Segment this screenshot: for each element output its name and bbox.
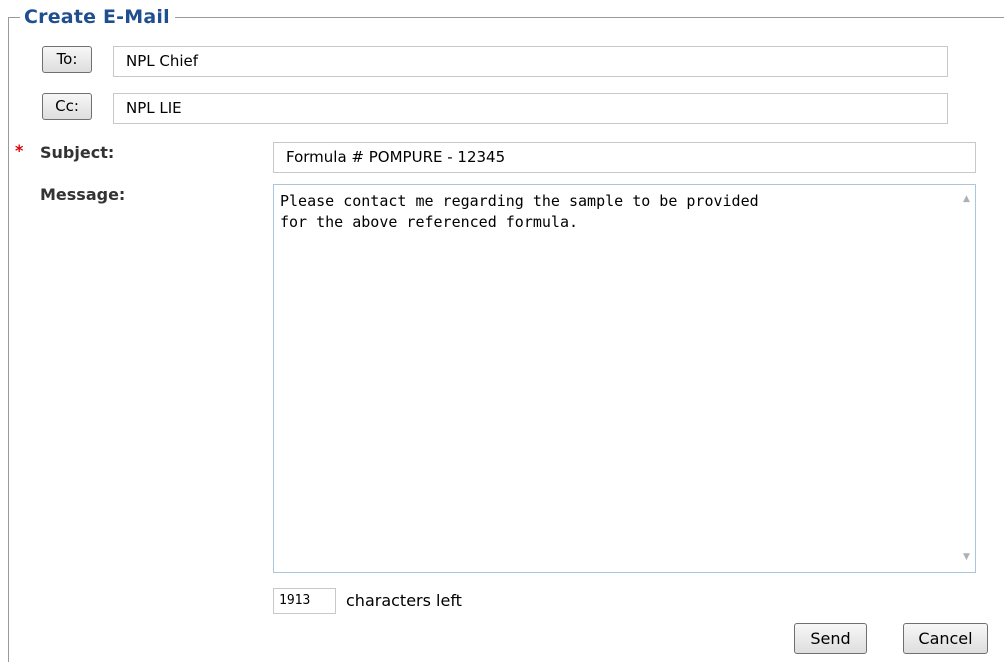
to-field[interactable]: NPL Chief bbox=[113, 46, 948, 77]
cancel-button[interactable]: Cancel bbox=[903, 623, 988, 654]
form-frame-left-border bbox=[8, 17, 9, 662]
send-button[interactable]: Send bbox=[794, 623, 867, 654]
required-marker: * bbox=[15, 141, 24, 160]
scroll-down-arrow-icon[interactable]: ▼ bbox=[958, 549, 975, 566]
message-scrollbar[interactable]: ▲ ▼ bbox=[958, 185, 975, 572]
cc-field[interactable]: NPL LIE bbox=[113, 93, 948, 124]
message-text: Please contact me regarding the sample t… bbox=[280, 192, 759, 231]
subject-input[interactable]: Formula # POMPURE - 12345 bbox=[273, 142, 976, 173]
subject-label: Subject: bbox=[40, 143, 115, 162]
chars-left-counter: 1913 bbox=[273, 588, 336, 614]
form-title: Create E-Mail bbox=[20, 4, 175, 30]
message-textarea[interactable]: Please contact me regarding the sample t… bbox=[273, 184, 976, 573]
cc-button[interactable]: Cc: bbox=[42, 93, 92, 120]
to-button[interactable]: To: bbox=[42, 46, 92, 73]
scroll-up-arrow-icon[interactable]: ▲ bbox=[958, 191, 975, 208]
message-label: Message: bbox=[40, 185, 126, 204]
chars-left-label: characters left bbox=[346, 591, 462, 610]
